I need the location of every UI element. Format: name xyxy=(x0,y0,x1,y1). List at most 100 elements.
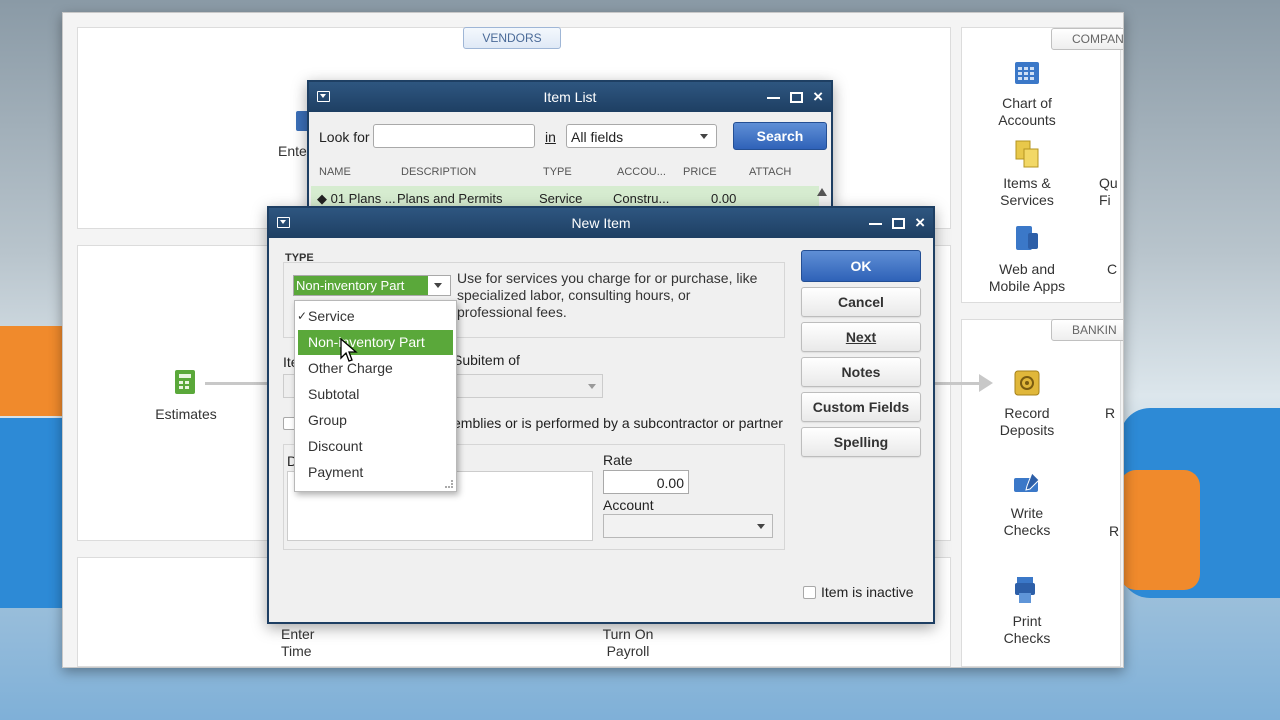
mouse-cursor-icon xyxy=(340,337,358,367)
chart-of-accounts-icon[interactable] xyxy=(997,59,1057,87)
estimates-label[interactable]: Estimates xyxy=(143,406,229,423)
type-option-label: Subtotal xyxy=(308,386,360,402)
type-option-other-charge[interactable]: Other Charge xyxy=(298,356,453,381)
chevron-down-icon xyxy=(434,283,442,288)
resize-grip-icon[interactable] xyxy=(445,480,453,488)
column-header-description[interactable]: DESCRIPTION xyxy=(401,166,476,178)
column-header-type[interactable]: TYPE xyxy=(543,166,572,178)
type-description: Use for services you charge for or purch… xyxy=(457,270,758,320)
look-for-input[interactable] xyxy=(373,124,535,148)
print-checks-label[interactable]: Print Checks xyxy=(978,613,1076,647)
look-for-label: Look for xyxy=(319,129,370,145)
close-icon[interactable]: × xyxy=(813,88,823,105)
subitem-of-label: Subitem of xyxy=(453,352,520,368)
type-dropdown-list: ✓ Service Non-inventory Part Other Charg… xyxy=(294,300,457,492)
web-mobile-apps-label[interactable]: Web and Mobile Apps xyxy=(978,261,1076,295)
ok-button[interactable]: OK xyxy=(801,250,921,282)
subcontractor-label: emblies or is performed by a subcontract… xyxy=(453,415,783,431)
next-button[interactable]: Next xyxy=(801,322,921,352)
minimize-icon[interactable] xyxy=(869,223,883,225)
maximize-icon[interactable] xyxy=(892,217,906,229)
subitem-of-select[interactable] xyxy=(453,374,603,398)
vendors-tab[interactable]: VENDORS xyxy=(463,27,561,49)
write-checks-icon[interactable] xyxy=(997,469,1057,497)
banking-tab[interactable]: BANKIN xyxy=(1051,319,1123,341)
in-label: in xyxy=(545,129,556,145)
background-decor-right-orange xyxy=(1120,470,1200,590)
spelling-button[interactable]: Spelling xyxy=(801,427,921,457)
workflow-arrow xyxy=(205,382,273,385)
enter-time-label[interactable]: Enter Time xyxy=(281,626,341,660)
new-item-window: New Item × TYPE Non-inventory Part Use f… xyxy=(267,206,935,624)
item-list-title: Item List xyxy=(543,89,597,105)
item-inactive-label: Item is inactive xyxy=(821,584,914,600)
account-select[interactable] xyxy=(603,514,773,538)
deposit-arrowhead xyxy=(979,374,993,392)
minimize-icon[interactable] xyxy=(767,97,781,99)
search-button[interactable]: Search xyxy=(733,122,827,150)
chart-of-accounts-label[interactable]: Chart of Accounts xyxy=(978,95,1076,129)
scroll-up-icon[interactable] xyxy=(817,188,827,196)
table-row[interactable]: ◆ 01 Plans ... Plans and Permits Service… xyxy=(311,186,819,206)
type-option-label: Non-inventory Part xyxy=(308,334,425,350)
custom-fields-button[interactable]: Custom Fields xyxy=(801,392,921,422)
new-item-titlebar[interactable]: New Item × xyxy=(269,208,933,238)
rate-input[interactable]: 0.00 xyxy=(603,470,689,494)
window-menu-icon[interactable] xyxy=(317,91,330,102)
chevron-down-icon xyxy=(700,134,708,139)
close-icon[interactable]: × xyxy=(915,214,925,231)
type-option-label: Group xyxy=(308,412,347,428)
search-field-select[interactable]: All fields xyxy=(566,124,717,148)
type-select[interactable]: Non-inventory Part xyxy=(293,275,451,296)
type-option-discount[interactable]: Discount xyxy=(298,434,453,459)
item-list-window: Item List × Look for in All fields Searc… xyxy=(307,80,833,208)
type-option-label: Payment xyxy=(308,464,364,480)
maximize-icon[interactable] xyxy=(790,91,804,103)
type-option-label: Service xyxy=(308,308,355,324)
company-tab[interactable]: COMPAN xyxy=(1051,28,1123,50)
calculator-partial-label[interactable]: C xyxy=(1107,261,1123,278)
web-mobile-apps-icon[interactable] xyxy=(997,223,1057,251)
reconcile-partial-label[interactable]: R xyxy=(1105,405,1123,422)
rate-value: 0.00 xyxy=(656,475,684,491)
window-menu-icon[interactable] xyxy=(277,217,290,228)
column-header-attach[interactable]: ATTACH xyxy=(749,166,791,178)
print-checks-icon[interactable] xyxy=(997,575,1057,603)
cell-price: 0.00 xyxy=(711,191,737,206)
item-list-header: NAME DESCRIPTION TYPE ACCOU... PRICE ATT… xyxy=(309,166,831,182)
turn-on-payroll-label[interactable]: Turn On Payroll xyxy=(593,626,663,660)
type-option-non-inventory-part[interactable]: Non-inventory Part xyxy=(298,330,453,355)
type-select-value: Non-inventory Part xyxy=(294,276,428,295)
column-header-price[interactable]: PRICE xyxy=(683,166,717,178)
items-services-icon[interactable] xyxy=(997,139,1057,168)
cell-type: Service xyxy=(539,191,583,206)
quickbooks-services-partial-label[interactable]: Qu Fi xyxy=(1099,175,1123,209)
new-item-title: New Item xyxy=(571,215,631,231)
record-deposits-label[interactable]: Record Deposits xyxy=(978,405,1076,439)
item-inactive-checkbox[interactable] xyxy=(803,586,816,599)
search-field-value: All fields xyxy=(571,129,624,145)
cell-description: Plans and Permits xyxy=(397,191,503,206)
column-header-account[interactable]: ACCOU... xyxy=(617,166,666,178)
column-header-name[interactable]: NAME xyxy=(319,166,351,178)
reports-partial-label[interactable]: R xyxy=(1109,523,1123,540)
cell-account: Constru... xyxy=(613,191,670,206)
estimates-icon[interactable] xyxy=(156,367,216,395)
account-label: Account xyxy=(603,497,654,513)
item-list-titlebar[interactable]: Item List × xyxy=(309,82,831,112)
record-deposits-icon[interactable] xyxy=(997,369,1057,397)
notes-button[interactable]: Notes xyxy=(801,357,921,387)
items-services-label[interactable]: Items & Services xyxy=(978,175,1076,209)
chevron-down-icon xyxy=(588,384,596,389)
type-option-service[interactable]: ✓ Service xyxy=(297,304,453,329)
type-option-payment[interactable]: Payment xyxy=(298,460,453,485)
type-option-subtotal[interactable]: Subtotal xyxy=(298,382,453,407)
deposit-arrow xyxy=(935,382,983,385)
write-checks-label[interactable]: Write Checks xyxy=(978,505,1076,539)
checkmark-icon: ✓ xyxy=(297,309,308,323)
rate-label: Rate xyxy=(603,452,633,468)
cell-name: ◆ 01 Plans ... xyxy=(317,191,396,206)
chevron-down-icon xyxy=(757,524,765,529)
cancel-button[interactable]: Cancel xyxy=(801,287,921,317)
type-option-group[interactable]: Group xyxy=(298,408,453,433)
